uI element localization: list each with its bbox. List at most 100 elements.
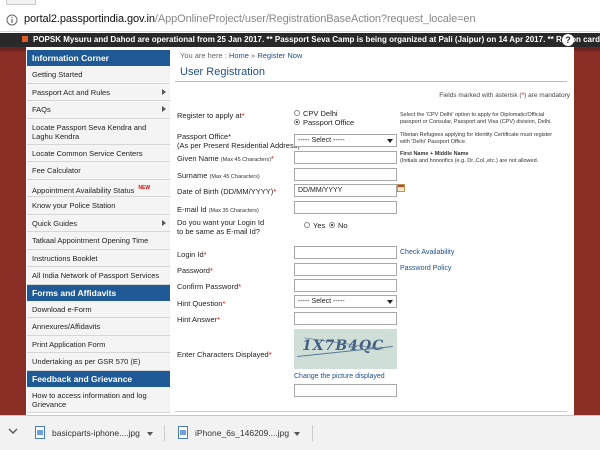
sidebar-header-feedback: Feedback and Grievance	[27, 370, 170, 387]
sidebar-item-locate-psk[interactable]: Locate Passport Seva Kendra and Laghu Ke…	[27, 118, 170, 145]
required-mark: *	[228, 132, 232, 141]
title-divider	[175, 81, 567, 82]
browser-tab-edge[interactable]	[6, 0, 36, 5]
chevron-right-icon	[162, 106, 166, 112]
sidebar-item-annexures[interactable]: Annexures/Affidavits	[27, 318, 170, 336]
sidebar-item-passport-act[interactable]: Passport Act and Rules	[27, 83, 170, 101]
email-input[interactable]	[294, 201, 397, 214]
password-policy-link[interactable]: Password Policy	[400, 265, 451, 272]
required-mark: *	[217, 315, 220, 324]
sidebar-item-label: Undertaking as per GSR 570 (E)	[32, 357, 141, 366]
image-file-icon	[178, 426, 188, 439]
calendar-icon[interactable]	[397, 184, 405, 192]
mandatory-note-pre: Fields marked with asterisk (	[439, 92, 522, 99]
password-input[interactable]	[294, 263, 397, 276]
passport-office-select-value: ----- Select -----	[298, 137, 345, 144]
sidebar-item-fee-calculator[interactable]: Fee Calculator	[27, 162, 170, 180]
sidebar-item-tatkaal-time[interactable]: Tatkaal Appointment Opening Time	[27, 232, 170, 250]
given-name-sublabel: (Max 45 Characters)	[220, 157, 271, 163]
download-item-name: iPhone_6s_146209....jpg	[195, 428, 290, 438]
sidebar-item-getting-started[interactable]: Getting Started	[27, 66, 170, 84]
required-mark: *	[268, 350, 272, 359]
download-item-1[interactable]: basicparts-iphone....jpg	[35, 422, 160, 444]
login-id-input[interactable]	[294, 246, 397, 259]
breadcrumb-home-link[interactable]: Home	[229, 51, 249, 60]
sidebar-item-label: Tatkaal Appointment Opening Time	[32, 236, 149, 245]
dropdown-caret-icon	[387, 139, 393, 143]
passport-office-select[interactable]: ----- Select -----	[294, 134, 397, 147]
dropdown-caret-icon	[387, 300, 393, 304]
radio-cpv-delhi-label: CPV Delhi	[303, 109, 338, 118]
required-mark: *	[273, 187, 277, 196]
given-name-note-text: (Initials and honorifics (e.g. Dr.,Col.,…	[400, 157, 539, 164]
sidebar-item-instructions-booklet[interactable]: Instructions Booklet	[27, 249, 170, 267]
register-note-line-2: passport or Consular, Passport and Visa …	[400, 118, 552, 125]
passport-office-note: Tibetan Refugees applying for Identity C…	[400, 132, 552, 145]
register-note-line-1: Select the 'CPV Delhi' option to apply f…	[400, 112, 545, 118]
sidebar-item-download-eform[interactable]: Download e-Form	[27, 300, 170, 318]
email-sublabel: (Max 35 Characters)	[208, 208, 259, 214]
download-item-2[interactable]: iPhone_6s_146209....jpg	[178, 422, 306, 444]
confirm-password-text: Confirm Password	[177, 282, 239, 291]
surname-input[interactable]	[294, 168, 397, 181]
sidebar-header-forms: Forms and Affidavits	[27, 284, 170, 301]
chevron-down-icon[interactable]	[294, 432, 300, 436]
sidebar-item-locate-csc[interactable]: Locate Common Service Centers	[27, 144, 170, 162]
hint-question-select[interactable]: ----- Select -----	[294, 295, 397, 308]
radio-cpv-delhi[interactable]	[294, 110, 300, 116]
same-as-email-line-2: to be same as E-mail Id?	[177, 226, 260, 236]
chevron-down-icon[interactable]	[147, 432, 153, 436]
radio-same-no[interactable]	[329, 222, 335, 228]
required-mark: *	[241, 111, 245, 120]
change-picture-link[interactable]: Change the picture displayed	[294, 373, 385, 380]
sidebar-item-undertaking[interactable]: Undertaking as per GSR 570 (E)	[27, 353, 170, 371]
browser-address-bar: portal2.passportindia.gov.in/AppOnlinePr…	[0, 0, 600, 32]
sidebar-item-label: Instructions Booklet	[32, 253, 98, 263]
sidebar-item-all-india-network[interactable]: All India Network of Passport Services	[27, 267, 170, 285]
hint-answer-input[interactable]	[294, 312, 397, 325]
radio-passport-office-label: Passport Office	[303, 118, 355, 127]
url-path: /AppOnlineProject/user/RegistrationBaseA…	[154, 13, 476, 25]
required-mark: *	[203, 250, 207, 259]
download-item-name: basicparts-iphone....jpg	[52, 428, 140, 438]
sidebar-item-label: Passport Act and Rules	[32, 87, 110, 97]
radio-passport-office[interactable]	[294, 119, 300, 125]
sidebar-item-print-form[interactable]: Print Application Form	[27, 335, 170, 353]
breadcrumb-separator: »	[251, 51, 256, 60]
captcha-input[interactable]	[294, 384, 397, 397]
sidebar-item-label: Annexures/Affidavits	[32, 322, 101, 331]
check-availability-link[interactable]: Check Availability	[400, 249, 454, 256]
surname-label: Surname (Max 45 Characters)	[177, 171, 260, 180]
email-label: E-mail Id (Max 35 Characters)	[177, 205, 259, 214]
ticker-bullet-icon	[22, 36, 28, 42]
radio-same-yes[interactable]	[304, 222, 310, 228]
register-at-note: Select the 'CPV Delhi' option to apply f…	[400, 112, 552, 125]
sidebar-item-appointment-status[interactable]: Appointment Availability Status NEW	[27, 179, 170, 197]
hint-question-label: Hint Question*	[177, 299, 225, 308]
sidebar-item-label: Getting Started	[32, 70, 83, 79]
sidebar-item-grievance[interactable]: How to access information and log Grieva…	[27, 386, 170, 413]
page-info-icon[interactable]	[6, 14, 18, 26]
sidebar-item-faqs[interactable]: FAQs	[27, 101, 170, 119]
sidebar-item-police-station[interactable]: Know your Police Station	[27, 197, 170, 215]
help-icon[interactable]: ?	[562, 34, 574, 46]
captcha-label: Enter Characters Displayed*	[177, 350, 272, 359]
sidebar-item-label: All India Network of Passport Services	[32, 271, 160, 280]
dob-input[interactable]: DD/MM/YYYY	[294, 184, 397, 197]
radio-same-yes-label: Yes	[313, 221, 326, 230]
page-title: User Registration	[180, 66, 265, 78]
sidebar: Information Corner Getting Started Passp…	[27, 50, 170, 415]
downloads-expand-icon[interactable]	[7, 425, 19, 439]
confirm-password-input[interactable]	[294, 279, 397, 292]
passport-office-label: Passport Office* (As per Present Residen…	[177, 132, 300, 150]
downloads-bar: basicparts-iphone....jpg iPhone_6s_14620…	[0, 415, 600, 450]
sidebar-item-quick-guides[interactable]: Quick Guides	[27, 214, 170, 232]
sidebar-item-label: Locate Passport Seva Kendra and Laghu Ke…	[32, 122, 147, 141]
given-name-input[interactable]	[294, 151, 397, 164]
url-field[interactable]: portal2.passportindia.gov.in/AppOnlinePr…	[24, 13, 476, 25]
sidebar-item-label: Quick Guides	[32, 218, 78, 228]
captcha-label-text: Enter Characters Displayed	[177, 350, 269, 359]
radio-same-no-label: No	[338, 221, 348, 230]
same-as-email-label: Do you want your Login Id to be same as …	[177, 218, 264, 236]
given-name-label: Given Name (Max 45 Characters)*	[177, 154, 274, 163]
